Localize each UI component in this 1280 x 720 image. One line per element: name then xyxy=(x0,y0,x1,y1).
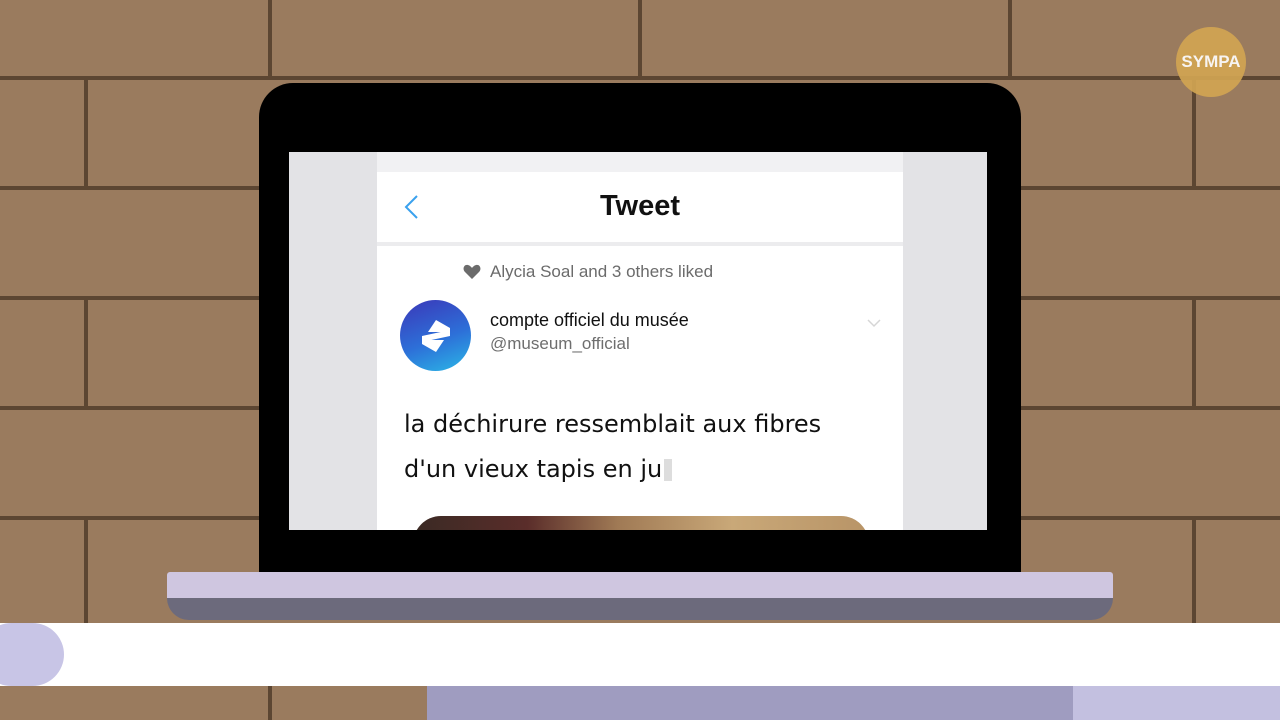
account-handle[interactable]: @museum_official xyxy=(490,334,630,354)
chevron-down-icon[interactable] xyxy=(867,318,881,328)
tweet-header: Tweet xyxy=(377,172,903,246)
avatar[interactable] xyxy=(400,300,471,371)
status-strip xyxy=(377,152,903,172)
tweet-text: la déchirure ressemblait aux fibres d'un… xyxy=(404,402,874,492)
tweet-text-line-typing: d'un vieux tapis en ju xyxy=(404,447,874,492)
sympa-logo-badge: SYMPA xyxy=(1176,27,1246,97)
bottom-light-purple-band xyxy=(1073,686,1280,720)
social-context-text: Alycia Soal and 3 others liked xyxy=(490,262,714,281)
laptop-base-top xyxy=(167,572,1113,598)
tweet-text-line: d'un vieux tapis en ju xyxy=(404,455,663,483)
mortar-joint xyxy=(268,686,272,720)
bottom-pill-shape xyxy=(0,623,64,686)
mortar-joint xyxy=(84,300,88,406)
mortar-line xyxy=(0,76,1280,80)
typing-caret xyxy=(664,459,673,481)
mortar-joint xyxy=(84,80,88,186)
tweet-media-image[interactable] xyxy=(413,516,869,530)
mortar-joint xyxy=(638,0,642,76)
mortar-joint xyxy=(1192,520,1196,630)
bottom-white-band xyxy=(0,623,1280,686)
social-context: Alycia Soal and 3 others liked xyxy=(463,262,713,282)
mortar-joint xyxy=(84,520,88,630)
mortar-joint xyxy=(1192,300,1196,406)
heart-icon xyxy=(463,264,481,279)
bottom-purple-band xyxy=(427,686,1073,720)
tweet-page: Tweet Alycia Soal and 3 others liked com… xyxy=(377,152,903,530)
account-display-name[interactable]: compte officiel du musée xyxy=(490,310,689,331)
mortar-joint xyxy=(1192,80,1196,186)
laptop-base-bottom xyxy=(167,598,1113,620)
laptop-screen: Tweet Alycia Soal and 3 others liked com… xyxy=(289,152,987,530)
page-title: Tweet xyxy=(599,190,681,222)
tweet-text-line: la déchirure ressemblait aux fibres xyxy=(404,410,822,438)
museum-logo-icon xyxy=(421,319,450,352)
mortar-joint xyxy=(268,0,272,76)
mortar-joint xyxy=(1008,0,1012,76)
